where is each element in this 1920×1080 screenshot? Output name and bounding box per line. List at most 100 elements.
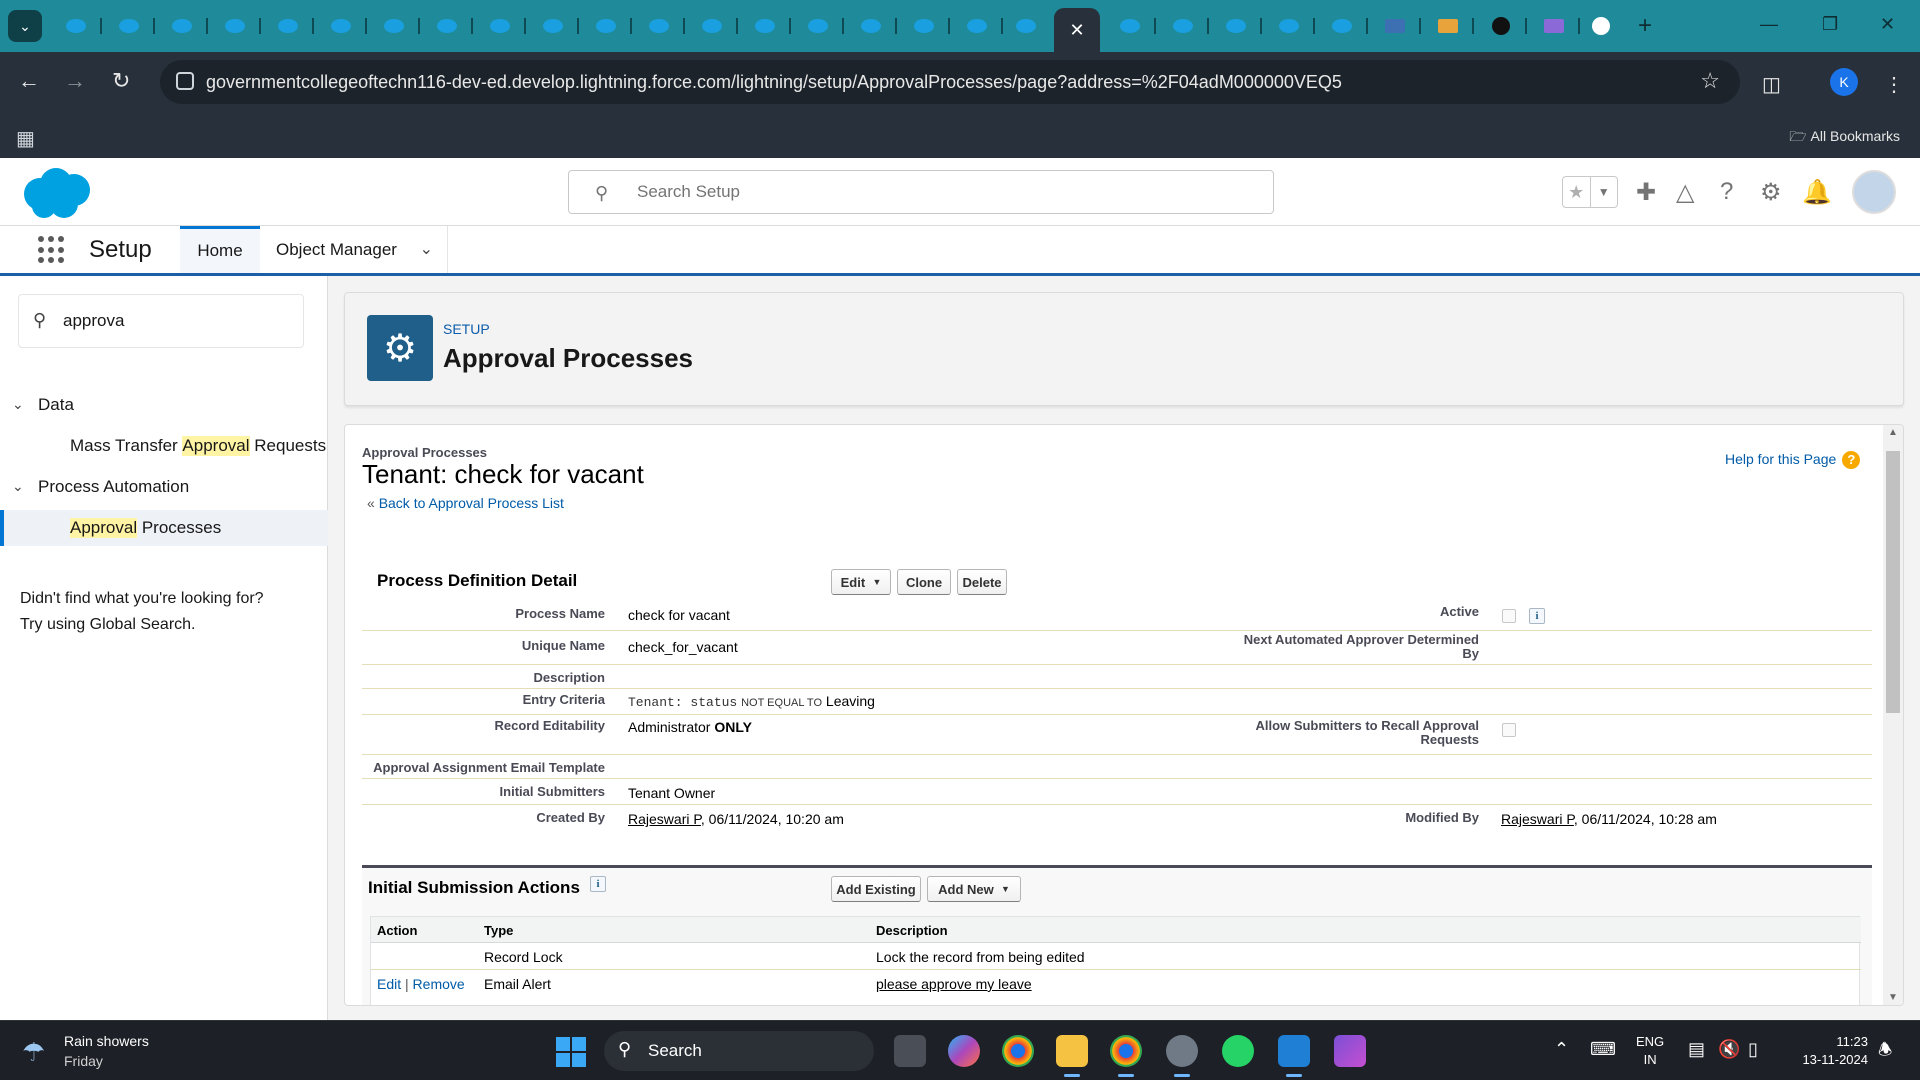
browser-tab[interactable]: [1528, 10, 1580, 42]
browser-tab[interactable]: [845, 10, 897, 42]
keyboard-icon[interactable]: ⌨: [1590, 1039, 1616, 1060]
tab-home[interactable]: Home: [180, 226, 260, 273]
help-link-label[interactable]: Help for this Page: [1725, 451, 1836, 467]
sidebar-item-approval-processes[interactable]: Approval Processes: [0, 510, 328, 546]
help-icon[interactable]: ?: [1720, 178, 1733, 206]
global-actions-icon[interactable]: ✚: [1636, 178, 1656, 207]
site-info-icon[interactable]: [176, 72, 194, 90]
browser-tab[interactable]: [1316, 10, 1368, 42]
info-icon[interactable]: i: [1529, 608, 1545, 624]
browser-tab[interactable]: [1575, 10, 1627, 42]
settings-gear-icon[interactable]: [1166, 1035, 1198, 1077]
browser-tab[interactable]: [1369, 10, 1421, 42]
browser-tab[interactable]: [1475, 10, 1527, 42]
battery-icon[interactable]: ▯: [1748, 1039, 1758, 1060]
address-bar[interactable]: governmentcollegeoftechn116-dev-ed.devel…: [160, 60, 1740, 104]
tab-search-button[interactable]: ⌄: [8, 10, 42, 42]
delete-button[interactable]: Delete: [957, 569, 1007, 595]
windows-start-icon[interactable]: [556, 1037, 586, 1067]
add-new-button[interactable]: Add New ▼: [927, 876, 1021, 902]
favorites-group[interactable]: ★ ▼: [1562, 176, 1618, 208]
all-bookmarks-button[interactable]: 🗁 All Bookmarks: [1789, 126, 1900, 150]
network-icon[interactable]: ▤: [1688, 1039, 1705, 1060]
browser-tab[interactable]: [50, 10, 102, 42]
edit-button[interactable]: Edit ▼: [831, 569, 891, 595]
reload-icon[interactable]: ↻: [112, 68, 130, 94]
favorites-star-icon[interactable]: ★: [1563, 177, 1590, 207]
chrome-profile-icon[interactable]: [1110, 1035, 1142, 1077]
help-for-page-link[interactable]: Help for this Page?: [1725, 451, 1861, 470]
bookmark-star-icon[interactable]: ☆: [1700, 68, 1720, 94]
browser-tab[interactable]: [368, 10, 420, 42]
clock[interactable]: 11:23 13-11-2024: [1778, 1033, 1868, 1069]
taskbar-search[interactable]: ⚲ Search: [604, 1031, 874, 1071]
app-launcher-icon[interactable]: [38, 236, 66, 264]
browser-tab[interactable]: [898, 10, 950, 42]
browser-tab[interactable]: [633, 10, 685, 42]
scroll-down-icon[interactable]: ▼: [1888, 992, 1898, 1003]
chrome-icon[interactable]: [1002, 1035, 1034, 1067]
forward-arrow-icon[interactable]: →: [64, 68, 86, 94]
chevron-down-icon[interactable]: ⌄: [420, 239, 433, 259]
tab-object-manager[interactable]: Object Manager ⌄: [262, 226, 448, 273]
browser-tab[interactable]: [421, 10, 473, 42]
browser-tab[interactable]: [156, 10, 208, 42]
browser-tab[interactable]: [739, 10, 791, 42]
browser-tab[interactable]: [527, 10, 579, 42]
info-icon[interactable]: i: [590, 876, 606, 892]
vscode-icon[interactable]: [1278, 1035, 1310, 1077]
remove-link[interactable]: Remove: [413, 976, 465, 992]
back-link-label[interactable]: Back to Approval Process List: [379, 495, 564, 511]
active-tab-close-button[interactable]: ✕: [1054, 8, 1100, 52]
clone-button[interactable]: Clone: [897, 569, 951, 595]
browser-tab[interactable]: [209, 10, 261, 42]
setup-gear-icon[interactable]: ⚙: [1760, 178, 1782, 207]
salesforce-logo[interactable]: [20, 166, 96, 220]
browser-tab[interactable]: [1157, 10, 1209, 42]
browser-tab[interactable]: [580, 10, 632, 42]
vertical-scrollbar[interactable]: ▲ ▼: [1883, 425, 1903, 1005]
window-close-icon[interactable]: ✕: [1880, 14, 1895, 35]
back-to-list-link[interactable]: « Back to Approval Process List: [367, 495, 564, 511]
browser-tab[interactable]: [474, 10, 526, 42]
whatsapp-icon[interactable]: [1222, 1035, 1254, 1067]
restore-icon[interactable]: ❐: [1822, 14, 1838, 35]
browser-tab[interactable]: [262, 10, 314, 42]
browser-menu-icon[interactable]: ⋮: [1884, 72, 1904, 97]
quick-find-input[interactable]: ⚲ approva: [18, 294, 304, 348]
notifications-bell-icon[interactable]: 🔔: [1802, 178, 1832, 207]
add-existing-button[interactable]: Add Existing: [831, 876, 921, 902]
modified-by-user-link[interactable]: Rajeswari P: [1501, 811, 1574, 827]
copilot-icon[interactable]: [948, 1035, 980, 1067]
created-by-user-link[interactable]: Rajeswari P: [628, 811, 701, 827]
browser-profile-avatar[interactable]: K: [1830, 68, 1858, 96]
task-view-icon[interactable]: [894, 1035, 926, 1067]
file-explorer-icon[interactable]: [1056, 1035, 1088, 1077]
browser-tab[interactable]: [1263, 10, 1315, 42]
clipchamp-icon[interactable]: [1334, 1035, 1366, 1067]
sidebar-section-data[interactable]: ⌄ Data: [0, 388, 328, 422]
description-link[interactable]: please approve my leave: [876, 976, 1032, 992]
trailhead-icon[interactable]: △: [1676, 178, 1694, 207]
chevron-up-icon[interactable]: ⌃: [1554, 1039, 1569, 1060]
browser-tab[interactable]: [951, 10, 1003, 42]
setup-search-input[interactable]: ⚲ Search Setup: [568, 170, 1274, 214]
new-tab-button[interactable]: +: [1638, 12, 1652, 40]
browser-tab[interactable]: [792, 10, 844, 42]
user-avatar[interactable]: [1852, 170, 1896, 214]
browser-tab[interactable]: [103, 10, 155, 42]
language-indicator[interactable]: ENG IN: [1636, 1033, 1664, 1069]
apps-grid-icon[interactable]: ▦: [16, 126, 35, 151]
notification-bell-icon[interactable]: 🕭: [1878, 1039, 1892, 1066]
extensions-icon[interactable]: ◫: [1762, 72, 1781, 97]
back-arrow-icon[interactable]: ←: [18, 68, 40, 94]
sidebar-section-process-automation[interactable]: ⌄ Process Automation: [0, 470, 328, 504]
help-question-icon[interactable]: ?: [1842, 451, 1861, 470]
scroll-up-icon[interactable]: ▲: [1888, 427, 1898, 438]
minimize-icon[interactable]: —: [1760, 14, 1778, 35]
favorites-dropdown-icon[interactable]: ▼: [1589, 177, 1618, 207]
browser-tab[interactable]: [1210, 10, 1262, 42]
browser-tab[interactable]: [1422, 10, 1474, 42]
edit-link[interactable]: Edit: [377, 976, 401, 992]
browser-tab[interactable]: [1104, 10, 1156, 42]
